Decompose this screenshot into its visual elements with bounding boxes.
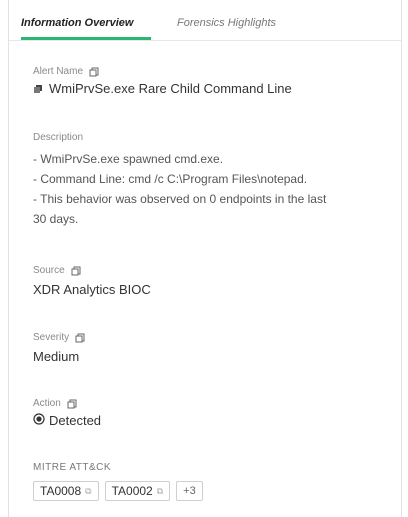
source-label: Source (33, 265, 65, 276)
severity-label: Severity (33, 332, 70, 343)
alert-details-panel: Information Overview Forensics Highlight… (8, 0, 402, 517)
more-tags-badge[interactable]: +3 (176, 481, 203, 501)
source-value: XDR Analytics BIOC (33, 282, 151, 297)
alert-name-label: Alert Name (33, 66, 84, 77)
copy-icon[interactable]: ⧉ (85, 486, 91, 497)
alert-type-icon (33, 84, 43, 94)
copy-icon[interactable] (71, 266, 81, 276)
severity-value: Medium (33, 349, 80, 364)
detected-icon (33, 413, 45, 428)
tab-forensics-highlights[interactable]: Forensics Highlights (177, 17, 276, 29)
mitre-tag-label: TA0002 (111, 484, 153, 498)
description-section: Description - WmiPrvSe.exe spawned cmd.e… (33, 132, 383, 229)
action-value: Detected (49, 413, 102, 428)
alert-name-value: WmiPrvSe.exe Rare Child Command Line (49, 81, 292, 96)
description-line: - This behavior was observed on 0 endpoi… (33, 192, 327, 206)
copy-icon[interactable] (89, 67, 99, 77)
copy-icon[interactable] (75, 333, 85, 343)
mitre-tag[interactable]: TA0008 ⧉ (33, 481, 99, 501)
action-label: Action (33, 398, 61, 409)
action-section: Action Detected (33, 398, 383, 428)
copy-icon[interactable] (67, 399, 77, 409)
source-section: Source XDR Analytics BIOC (33, 265, 383, 300)
mitre-tags: TA0008 ⧉ TA0002 ⧉ +3 (33, 481, 383, 501)
description-line: 30 days. (33, 212, 79, 226)
mitre-label: MITRE ATT&CK (33, 462, 112, 473)
mitre-tag-label: TA0008 (40, 484, 82, 498)
description-line: - Command Line: cmd /c C:\Program Files\… (33, 172, 308, 186)
active-tab-indicator (21, 37, 151, 40)
severity-section: Severity Medium (33, 332, 383, 367)
tab-information-overview[interactable]: Information Overview (21, 17, 133, 29)
tab-bar: Information Overview Forensics Highlight… (9, 0, 401, 41)
description-line: - WmiPrvSe.exe spawned cmd.exe. (33, 152, 224, 166)
copy-icon[interactable]: ⧉ (157, 486, 163, 497)
mitre-tag[interactable]: TA0002 ⧉ (104, 481, 171, 501)
mitre-section: MITRE ATT&CK TA0008 ⧉ TA0002 ⧉ +3 (33, 462, 383, 501)
alert-name-section: Alert Name WmiPrvSe.exe Rare Child Comma… (33, 66, 383, 99)
description-label: Description (33, 132, 84, 143)
